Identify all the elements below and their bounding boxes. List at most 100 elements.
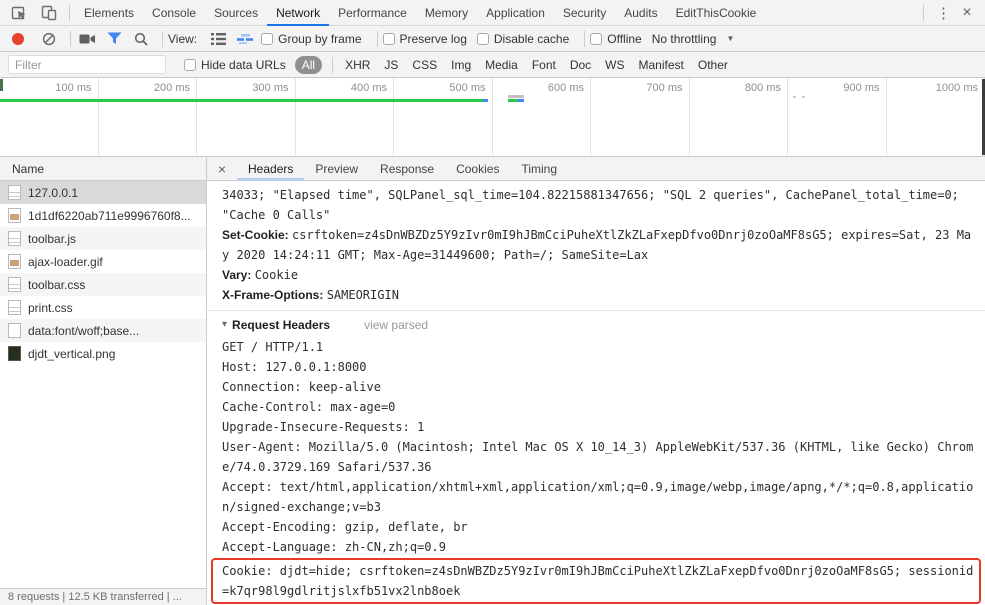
preserve-log-label[interactable]: Preserve log — [400, 32, 467, 46]
tab-response[interactable]: Response — [369, 157, 445, 181]
offline-label[interactable]: Offline — [607, 32, 641, 46]
timeline-tick: 400 ms — [296, 78, 394, 156]
request-headers-title: Request Headers — [232, 317, 331, 332]
tab-editthiscookie[interactable]: EditThisCookie — [667, 0, 766, 26]
raw-request-line: Cache-Control: max-age=0 — [222, 400, 396, 414]
request-headers-section-header[interactable]: ▾ Request Headers view parsed — [222, 312, 977, 337]
request-name: toolbar.css — [28, 277, 86, 292]
headers-content[interactable]: 34033; "Elapsed time", SQLPanel_sql_time… — [207, 181, 985, 605]
timeline-tick: 300 ms — [197, 78, 296, 156]
group-by-frame-checkbox[interactable] — [261, 32, 274, 45]
divider — [584, 30, 586, 47]
tab-sources[interactable]: Sources — [205, 0, 267, 26]
filter-type-media[interactable]: Media — [485, 58, 518, 72]
close-icon[interactable]: × — [957, 4, 977, 22]
divider — [162, 30, 163, 47]
request-name: ajax-loader.gif — [28, 254, 103, 269]
response-header-line: Set-Cookie: csrftoken=z4sDnWBZDz5Y9zIvr0… — [222, 228, 972, 262]
filter-type-doc[interactable]: Doc — [570, 58, 591, 72]
request-row[interactable]: toolbar.js — [0, 227, 206, 250]
group-by-frame-label[interactable]: Group by frame — [278, 32, 361, 46]
list-view-icon[interactable] — [207, 29, 229, 49]
tab-console[interactable]: Console — [143, 0, 205, 26]
more-options-icon[interactable]: ⋮ — [933, 4, 953, 22]
view-parsed-link[interactable]: view parsed — [364, 318, 428, 332]
tab-performance[interactable]: Performance — [329, 0, 416, 26]
device-toolbar-icon[interactable] — [38, 3, 60, 23]
disclosure-triangle-icon[interactable]: ▾ — [222, 319, 227, 330]
divider — [332, 56, 334, 73]
filter-type-all[interactable]: All — [294, 55, 323, 74]
tab-application[interactable]: Application — [477, 0, 554, 26]
inspect-element-icon[interactable] — [8, 3, 30, 23]
request-row[interactable]: djdt_vertical.png — [0, 342, 206, 365]
disable-cache-checkbox[interactable] — [476, 32, 489, 45]
request-details-panel: × Headers Preview Response Cookies Timin… — [207, 157, 985, 605]
overview-request-bar-tip — [483, 99, 488, 102]
request-row[interactable]: 1d1df6220ab711e9996760f8... — [0, 204, 206, 227]
response-header-overflow-text: 34033; "Elapsed time", SQLPanel_sql_time… — [222, 188, 959, 222]
timeline-tick: 200 ms — [99, 78, 197, 156]
filter-type-manifest[interactable]: Manifest — [639, 58, 684, 72]
request-row[interactable]: print.css — [0, 296, 206, 319]
response-header-line: Vary: Cookie — [222, 268, 299, 282]
tab-cookies[interactable]: Cookies — [445, 157, 510, 181]
tab-timing[interactable]: Timing — [510, 157, 568, 181]
timeline-tick: 600 ms — [493, 78, 591, 156]
filter-input[interactable] — [8, 55, 166, 74]
hide-data-urls-checkbox[interactable] — [184, 58, 196, 71]
request-row[interactable]: data:font/woff;base... — [0, 319, 206, 342]
request-row[interactable]: 127.0.0.1 — [0, 181, 206, 204]
filter-type-img[interactable]: Img — [451, 58, 471, 72]
disable-cache-label[interactable]: Disable cache — [494, 32, 569, 46]
view-label: View: — [168, 31, 198, 46]
details-tab-bar: × Headers Preview Response Cookies Timin… — [207, 157, 985, 181]
tab-headers[interactable]: Headers — [237, 157, 304, 181]
overview-request-bar — [0, 99, 483, 102]
filter-type-ws[interactable]: WS — [605, 58, 624, 72]
tab-security[interactable]: Security — [554, 0, 615, 26]
preserve-log-checkbox[interactable] — [382, 32, 395, 45]
filter-type-xhr[interactable]: XHR — [345, 58, 370, 72]
filter-type-css[interactable]: CSS — [412, 58, 437, 72]
section-divider — [207, 310, 985, 311]
tab-network[interactable]: Network — [267, 0, 329, 26]
tab-audits[interactable]: Audits — [615, 0, 666, 26]
tab-memory[interactable]: Memory — [416, 0, 477, 26]
raw-request-line: Connection: keep-alive — [222, 380, 381, 394]
hide-data-urls-label[interactable]: Hide data URLs — [201, 58, 286, 72]
filter-type-js[interactable]: JS — [384, 58, 398, 72]
tab-elements[interactable]: Elements — [75, 0, 143, 26]
filter-type-font[interactable]: Font — [532, 58, 556, 72]
request-name: data:font/woff;base... — [28, 323, 140, 338]
request-row[interactable]: ajax-loader.gif — [0, 250, 206, 273]
raw-request-line: Accept-Encoding: gzip, deflate, br — [222, 520, 468, 534]
request-name: 1d1df6220ab711e9996760f8... — [28, 208, 191, 223]
name-column-header[interactable]: Name — [0, 157, 206, 181]
chevron-down-icon[interactable]: ▼ — [726, 34, 734, 43]
waterfall-overview-icon[interactable] — [234, 29, 256, 49]
request-row[interactable]: toolbar.css — [0, 273, 206, 296]
network-main-area: Name 127.0.0.1 1d1df6220ab711e9996760f8.… — [0, 157, 985, 605]
overview-left-marker — [0, 79, 3, 91]
timeline-overview[interactable]: 100 ms 200 ms 300 ms 400 ms 500 ms 600 m… — [0, 78, 985, 157]
toolbar-left-icons — [0, 3, 64, 23]
image-icon — [8, 208, 21, 223]
request-list-panel: Name 127.0.0.1 1d1df6220ab711e9996760f8.… — [0, 157, 207, 605]
response-header-line: X-Frame-Options: SAMEORIGIN — [222, 288, 399, 302]
screenshot-camera-icon[interactable] — [76, 29, 98, 49]
filter-type-other[interactable]: Other — [698, 58, 728, 72]
request-name: djdt_vertical.png — [28, 346, 116, 361]
close-details-icon[interactable]: × — [207, 161, 237, 177]
offline-checkbox[interactable] — [590, 32, 603, 45]
search-icon[interactable] — [130, 29, 152, 49]
filter-bar: Hide data URLs All XHR JS CSS Img Media … — [0, 52, 985, 78]
filter-funnel-icon[interactable] — [103, 29, 125, 49]
divider — [923, 4, 924, 21]
clear-icon[interactable] — [38, 29, 60, 49]
raw-request-line: User-Agent: Mozilla/5.0 (Macintosh; Inte… — [222, 440, 974, 474]
tab-preview[interactable]: Preview — [304, 157, 369, 181]
status-text: 8 requests | 12.5 KB transferred | ... — [8, 591, 182, 603]
record-icon[interactable] — [12, 32, 24, 45]
throttling-select[interactable]: No throttling — [652, 32, 717, 46]
